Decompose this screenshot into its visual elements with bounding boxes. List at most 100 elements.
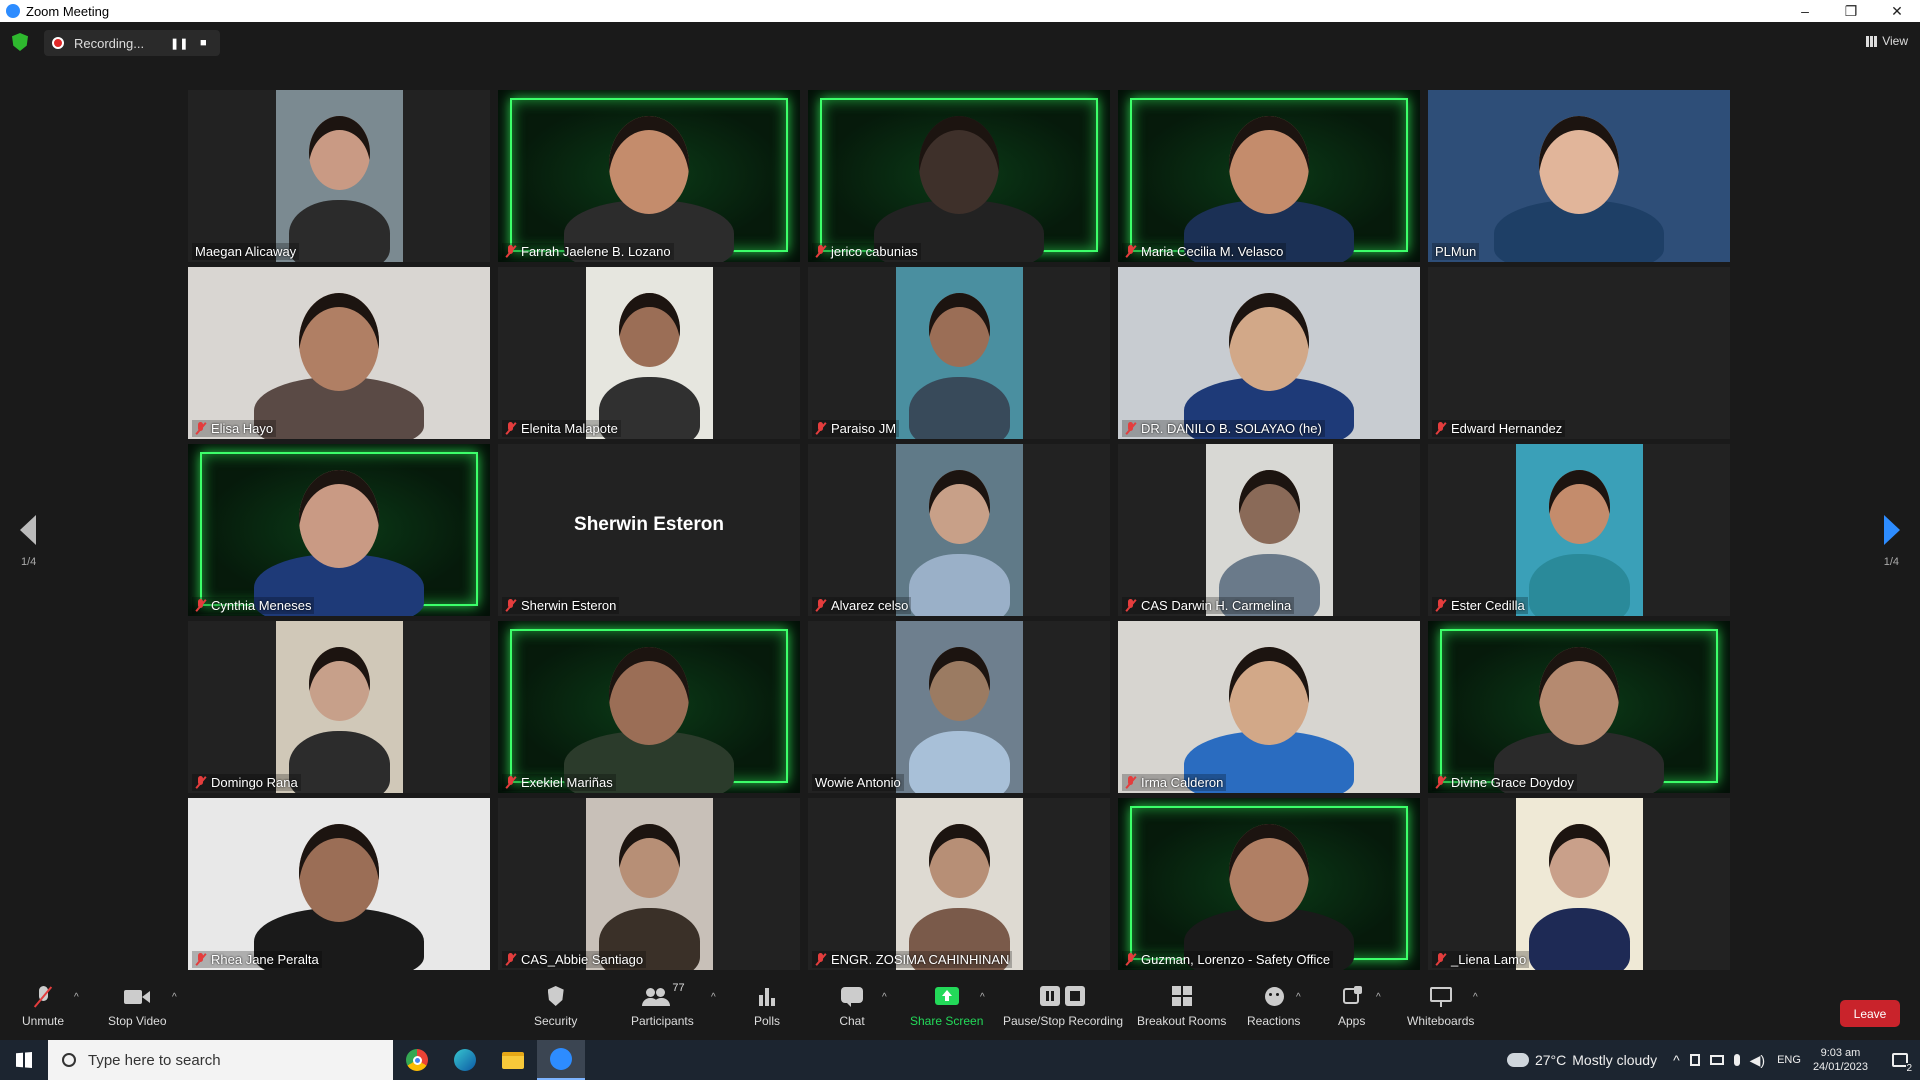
muted-mic-icon bbox=[195, 776, 206, 789]
reactions-button[interactable]: Reactions bbox=[1247, 986, 1300, 1028]
restore-button[interactable]: ❐ bbox=[1828, 0, 1874, 22]
participant-tile[interactable]: CAS_Abbie Santiago bbox=[498, 798, 800, 970]
previous-page-arrow-icon[interactable] bbox=[20, 515, 36, 545]
participant-tile[interactable]: Divine Grace Doydoy bbox=[1428, 621, 1730, 793]
person-silhouette bbox=[288, 731, 391, 793]
participant-tile[interactable]: DR. DANILO B. SOLAYAO (he) bbox=[1118, 267, 1420, 439]
participant-tile[interactable]: Ester Cedilla bbox=[1428, 444, 1730, 616]
pause-stop-recording-button[interactable]: Pause/Stop Recording bbox=[1003, 986, 1123, 1028]
participant-tile[interactable]: PLMun bbox=[1428, 90, 1730, 262]
participant-name: Rhea Jane Peralta bbox=[211, 952, 319, 967]
participant-name-label: PLMun bbox=[1432, 243, 1480, 260]
participant-tile[interactable]: Maria Cecilia M. Velasco bbox=[1118, 90, 1420, 262]
participant-video bbox=[1428, 90, 1730, 262]
breakout-rooms-button[interactable]: Breakout Rooms bbox=[1137, 986, 1226, 1028]
person-head bbox=[609, 647, 689, 745]
meeting-toolbar: Unmute ^ Stop Video ^ Security 77 Partic… bbox=[0, 980, 1920, 1040]
participant-tile[interactable]: Edward Hernandez bbox=[1428, 267, 1730, 439]
pause-recording-icon[interactable]: ❚❚ bbox=[170, 37, 188, 50]
participant-video bbox=[896, 621, 1023, 793]
participant-name: _Liena Lamo bbox=[1451, 952, 1527, 967]
taskbar-clock[interactable]: 9:03 am 24/01/2023 bbox=[1813, 1046, 1868, 1074]
unmute-button[interactable]: Unmute bbox=[22, 986, 64, 1028]
participant-tile[interactable]: Maegan Alicaway bbox=[188, 90, 490, 262]
apps-button[interactable]: Apps bbox=[1338, 986, 1365, 1028]
participant-tile[interactable]: Irma Calderon bbox=[1118, 621, 1420, 793]
minimize-button[interactable]: – bbox=[1782, 0, 1828, 22]
participant-video bbox=[896, 444, 1023, 616]
battery-icon[interactable] bbox=[1689, 1054, 1700, 1066]
pause-stop-icon bbox=[1040, 986, 1086, 1008]
participant-tile[interactable]: jerico cabunias bbox=[808, 90, 1110, 262]
share-caret-icon[interactable]: ^ bbox=[980, 992, 985, 1003]
participant-tile[interactable]: Sherwin Esteron Sherwin Esteron bbox=[498, 444, 800, 616]
leave-button[interactable]: Leave bbox=[1840, 1000, 1900, 1027]
windows-start-icon[interactable] bbox=[0, 1040, 48, 1080]
participants-button[interactable]: 77 Participants bbox=[631, 982, 694, 1028]
muted-mic-icon bbox=[505, 245, 516, 258]
participant-name-label: Maegan Alicaway bbox=[192, 243, 300, 260]
participant-tile[interactable]: Alvarez celso bbox=[808, 444, 1110, 616]
participants-caret-icon[interactable]: ^ bbox=[711, 992, 716, 1003]
chat-button[interactable]: Chat bbox=[839, 986, 865, 1028]
page-indicator-left: 1/4 bbox=[21, 556, 37, 568]
muted-mic-icon bbox=[505, 422, 516, 435]
video-camera-icon bbox=[124, 986, 151, 1008]
notifications-icon[interactable]: 2 bbox=[1880, 1040, 1920, 1080]
person-head bbox=[1229, 824, 1309, 922]
view-button[interactable]: View bbox=[1866, 34, 1908, 48]
next-page-arrow-icon[interactable] bbox=[1884, 515, 1900, 545]
participant-tile[interactable]: Elisa Hayo bbox=[188, 267, 490, 439]
polls-button[interactable]: Polls bbox=[754, 986, 780, 1028]
edge-taskbar-icon[interactable] bbox=[441, 1040, 489, 1080]
system-tray: 27°C Mostly cloudy ^ ◀) ENG 9:03 am 24/0… bbox=[1506, 1040, 1920, 1080]
participant-tile[interactable]: Farrah Jaelene B. Lozano bbox=[498, 90, 800, 262]
participants-count: 77 bbox=[672, 982, 685, 994]
participant-tile[interactable]: Cynthia Meneses bbox=[188, 444, 490, 616]
participant-tile[interactable]: Guzman, Lorenzo - Safety Office bbox=[1118, 798, 1420, 970]
taskbar-search-box[interactable]: Type here to search bbox=[48, 1040, 393, 1080]
stop-recording-icon[interactable]: ■ bbox=[200, 37, 207, 49]
file-explorer-taskbar-icon[interactable] bbox=[489, 1040, 537, 1080]
chat-caret-icon[interactable]: ^ bbox=[882, 992, 887, 1003]
participant-tile[interactable]: CAS Darwin H. Carmelina bbox=[1118, 444, 1420, 616]
reactions-caret-icon[interactable]: ^ bbox=[1296, 992, 1301, 1003]
security-label: Security bbox=[534, 1014, 578, 1028]
participant-tile[interactable]: ENGR. ZOSIMA CAHINHINAN bbox=[808, 798, 1110, 970]
person-silhouette bbox=[1528, 908, 1631, 970]
participant-tile[interactable]: Exekiel Mariñas bbox=[498, 621, 800, 793]
participant-tile[interactable]: Rhea Jane Peralta bbox=[188, 798, 490, 970]
speaker-icon[interactable]: ◀) bbox=[1750, 1052, 1765, 1069]
participant-name: Divine Grace Doydoy bbox=[1451, 775, 1574, 790]
video-options-caret-icon[interactable]: ^ bbox=[172, 992, 177, 1003]
person-silhouette bbox=[1528, 554, 1631, 616]
encryption-shield-icon[interactable] bbox=[12, 33, 28, 51]
security-button[interactable]: Security bbox=[534, 986, 577, 1028]
whiteboards-label: Whiteboards bbox=[1407, 1014, 1475, 1028]
person-head bbox=[1239, 470, 1300, 545]
close-button[interactable]: ✕ bbox=[1874, 0, 1920, 22]
muted-mic-icon bbox=[815, 245, 826, 258]
participant-tile[interactable]: Paraiso JM bbox=[808, 267, 1110, 439]
audio-options-caret-icon[interactable]: ^ bbox=[74, 992, 79, 1003]
network-icon[interactable] bbox=[1709, 1055, 1724, 1065]
participant-tile[interactable]: _Liena Lamo bbox=[1428, 798, 1730, 970]
participant-video bbox=[896, 267, 1023, 439]
microphone-icon[interactable] bbox=[1733, 1054, 1740, 1066]
participant-video bbox=[1118, 621, 1420, 793]
participant-tile[interactable]: Domingo Rana bbox=[188, 621, 490, 793]
weather-text: Mostly cloudy bbox=[1572, 1052, 1658, 1068]
whiteboards-button[interactable]: Whiteboards bbox=[1407, 986, 1474, 1028]
weather-cloud-icon[interactable] bbox=[1506, 1053, 1529, 1067]
zoom-taskbar-icon[interactable] bbox=[537, 1040, 585, 1080]
whiteboards-caret-icon[interactable]: ^ bbox=[1473, 992, 1478, 1003]
participant-name: Sherwin Esteron bbox=[521, 598, 617, 613]
share-screen-button[interactable]: Share Screen bbox=[910, 986, 983, 1028]
stop-video-button[interactable]: Stop Video bbox=[108, 986, 167, 1028]
participant-tile[interactable]: Elenita Malapote bbox=[498, 267, 800, 439]
tray-chevron-up-icon[interactable]: ^ bbox=[1673, 1052, 1680, 1068]
apps-caret-icon[interactable]: ^ bbox=[1376, 992, 1381, 1003]
chrome-taskbar-icon[interactable] bbox=[393, 1040, 441, 1080]
language-indicator[interactable]: ENG bbox=[1777, 1054, 1801, 1066]
participant-tile[interactable]: Wowie Antonio bbox=[808, 621, 1110, 793]
